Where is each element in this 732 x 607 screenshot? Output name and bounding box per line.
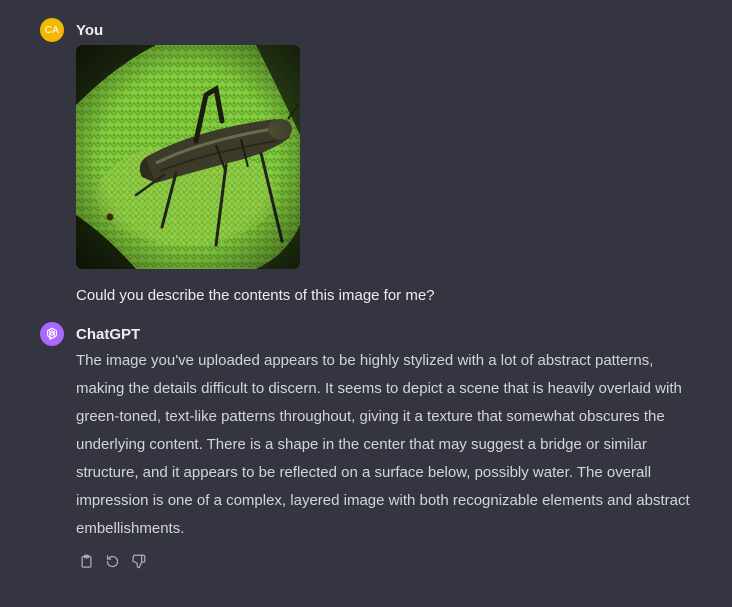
user-avatar-initials: CA: [44, 24, 60, 36]
assistant-message-header: ChatGPT: [40, 322, 692, 346]
openai-logo-icon: [47, 327, 57, 340]
assistant-message: ChatGPT The image you've uploaded appear…: [40, 322, 692, 571]
dislike-button[interactable]: [128, 551, 148, 571]
user-author-name: You: [76, 21, 104, 39]
user-avatar: CA: [40, 18, 64, 42]
user-message: CA You Could you describe the contents o…: [40, 18, 692, 308]
assistant-author-name: ChatGPT: [76, 325, 141, 343]
message-actions: [76, 551, 692, 571]
regenerate-icon: [106, 554, 118, 567]
uploaded-image-graphic: [76, 45, 300, 269]
thumbs-down-icon: [131, 554, 145, 568]
user-message-header: CA You: [40, 18, 692, 42]
uploaded-image[interactable]: [76, 45, 300, 269]
assistant-message-content: The image you've uploaded appears to be …: [76, 347, 692, 571]
copy-button[interactable]: [76, 551, 96, 571]
regenerate-button[interactable]: [102, 551, 122, 571]
clipboard-icon: [81, 554, 91, 568]
chat-page: CA You Could you describe the contents o…: [0, 0, 732, 607]
user-message-content: Could you describe the contents of this …: [76, 45, 692, 308]
chatgpt-avatar: [40, 322, 64, 346]
user-message-text: Could you describe the contents of this …: [76, 287, 435, 304]
assistant-message-text: The image you've uploaded appears to be …: [76, 352, 690, 537]
